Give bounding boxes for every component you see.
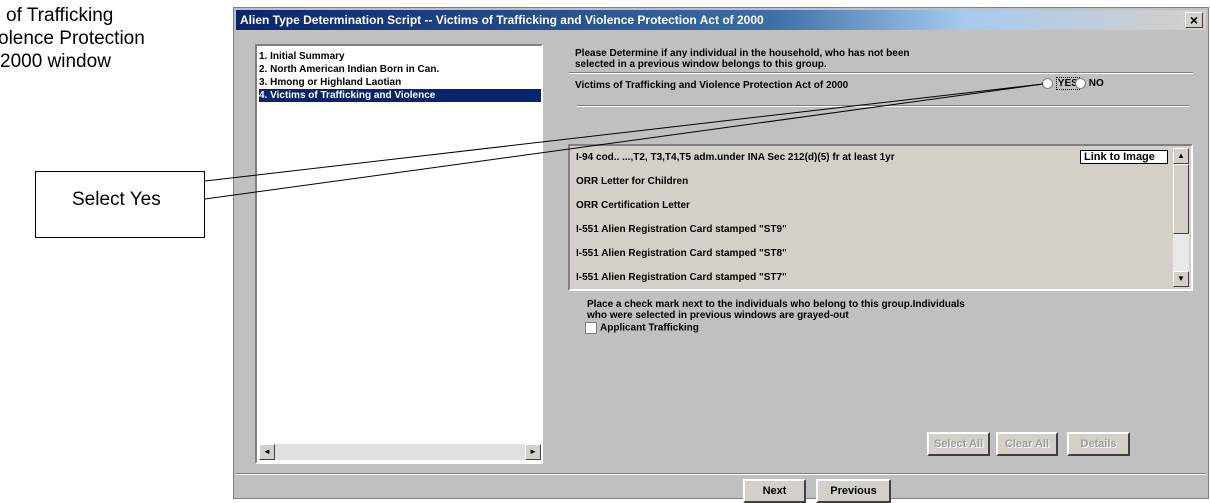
- callout-pointer: [204, 83, 1044, 200]
